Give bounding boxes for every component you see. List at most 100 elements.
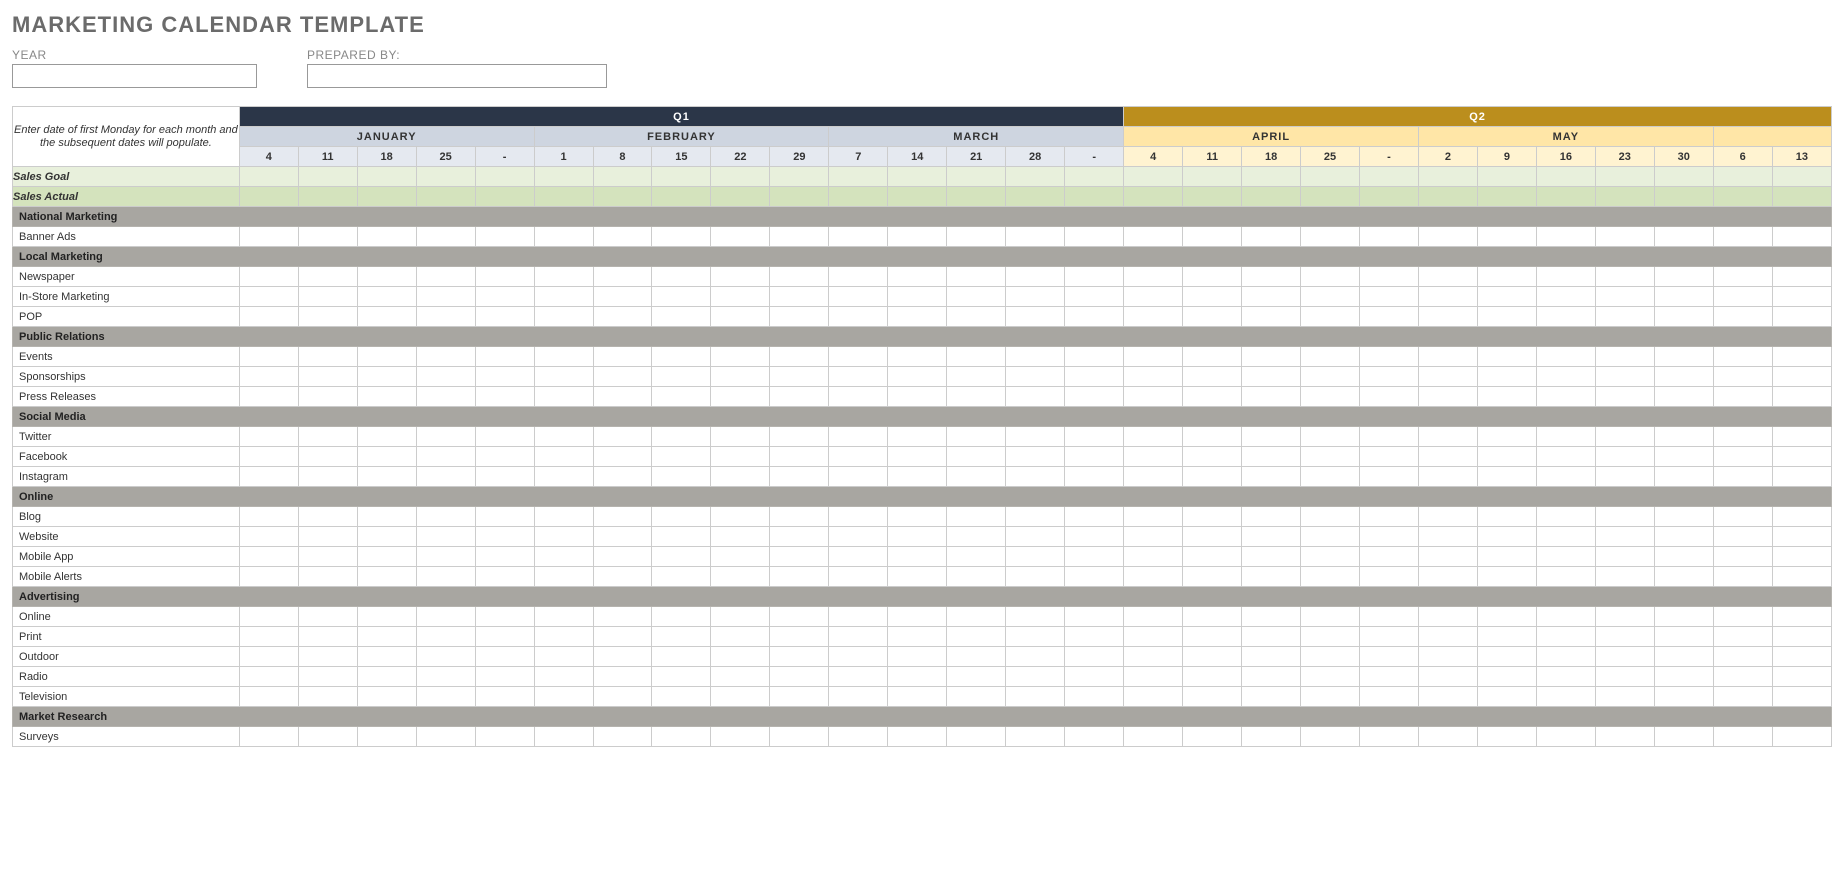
data-cell[interactable] [1301,387,1360,407]
data-cell[interactable] [888,367,947,387]
data-cell[interactable] [770,227,829,247]
prepared-by-input[interactable] [307,64,607,88]
data-cell[interactable] [1006,287,1065,307]
week-header[interactable]: 14 [888,147,947,167]
data-cell[interactable] [770,347,829,367]
data-cell[interactable] [1124,387,1183,407]
data-cell[interactable] [1242,387,1301,407]
data-cell[interactable] [416,687,475,707]
data-cell[interactable] [298,567,357,587]
data-cell[interactable] [298,367,357,387]
data-cell[interactable] [239,227,298,247]
data-cell[interactable] [1124,607,1183,627]
week-header[interactable]: 22 [711,147,770,167]
data-cell[interactable] [1536,647,1595,667]
data-cell[interactable] [1360,307,1419,327]
data-cell[interactable] [1301,167,1360,187]
data-cell[interactable] [534,647,593,667]
data-cell[interactable] [1595,727,1654,747]
data-cell[interactable] [829,167,888,187]
data-cell[interactable] [239,527,298,547]
data-cell[interactable] [711,447,770,467]
week-header[interactable]: 25 [1301,147,1360,167]
data-cell[interactable] [298,287,357,307]
data-cell[interactable] [1772,687,1831,707]
data-cell[interactable] [770,547,829,567]
data-cell[interactable] [534,607,593,627]
data-cell[interactable] [1772,567,1831,587]
data-cell[interactable] [1242,567,1301,587]
data-cell[interactable] [770,287,829,307]
data-cell[interactable] [593,187,652,207]
data-cell[interactable] [711,367,770,387]
data-cell[interactable] [534,367,593,387]
data-cell[interactable] [947,607,1006,627]
data-cell[interactable] [593,307,652,327]
data-cell[interactable] [534,687,593,707]
data-cell[interactable] [947,307,1006,327]
data-cell[interactable] [239,467,298,487]
data-cell[interactable] [416,447,475,467]
data-cell[interactable] [416,607,475,627]
data-cell[interactable] [357,727,416,747]
data-cell[interactable] [416,507,475,527]
data-cell[interactable] [1418,467,1477,487]
data-cell[interactable] [1124,547,1183,567]
data-cell[interactable] [1536,267,1595,287]
data-cell[interactable] [1536,427,1595,447]
data-cell[interactable] [652,227,711,247]
data-cell[interactable] [357,507,416,527]
data-cell[interactable] [1183,167,1242,187]
data-cell[interactable] [1065,607,1124,627]
data-cell[interactable] [1065,627,1124,647]
data-cell[interactable] [593,167,652,187]
data-cell[interactable] [1301,507,1360,527]
data-cell[interactable] [1713,627,1772,647]
data-cell[interactable] [1301,667,1360,687]
data-cell[interactable] [357,607,416,627]
data-cell[interactable] [1242,267,1301,287]
data-cell[interactable] [1242,467,1301,487]
data-cell[interactable] [829,567,888,587]
data-cell[interactable] [1713,667,1772,687]
data-cell[interactable] [1183,227,1242,247]
data-cell[interactable] [298,307,357,327]
data-cell[interactable] [1772,287,1831,307]
data-cell[interactable] [1536,307,1595,327]
data-cell[interactable] [1301,307,1360,327]
data-cell[interactable] [1418,167,1477,187]
data-cell[interactable] [1654,367,1713,387]
data-cell[interactable] [1242,447,1301,467]
data-cell[interactable] [1713,507,1772,527]
data-cell[interactable] [1124,287,1183,307]
data-cell[interactable] [416,627,475,647]
data-cell[interactable] [652,567,711,587]
data-cell[interactable] [1595,467,1654,487]
data-cell[interactable] [1360,467,1419,487]
data-cell[interactable] [298,167,357,187]
data-cell[interactable] [475,267,534,287]
data-cell[interactable] [1713,167,1772,187]
data-cell[interactable] [1360,547,1419,567]
data-cell[interactable] [298,607,357,627]
data-cell[interactable] [1536,227,1595,247]
data-cell[interactable] [711,727,770,747]
data-cell[interactable] [593,687,652,707]
data-cell[interactable] [475,447,534,467]
data-cell[interactable] [239,447,298,467]
data-cell[interactable] [947,267,1006,287]
data-cell[interactable] [1301,467,1360,487]
data-cell[interactable] [239,727,298,747]
week-header[interactable]: 25 [416,147,475,167]
data-cell[interactable] [888,627,947,647]
data-cell[interactable] [829,187,888,207]
data-cell[interactable] [1654,267,1713,287]
week-header[interactable]: 16 [1536,147,1595,167]
data-cell[interactable] [593,467,652,487]
data-cell[interactable] [1006,627,1065,647]
data-cell[interactable] [593,607,652,627]
data-cell[interactable] [475,227,534,247]
data-cell[interactable] [1654,507,1713,527]
data-cell[interactable] [534,667,593,687]
data-cell[interactable] [888,447,947,467]
